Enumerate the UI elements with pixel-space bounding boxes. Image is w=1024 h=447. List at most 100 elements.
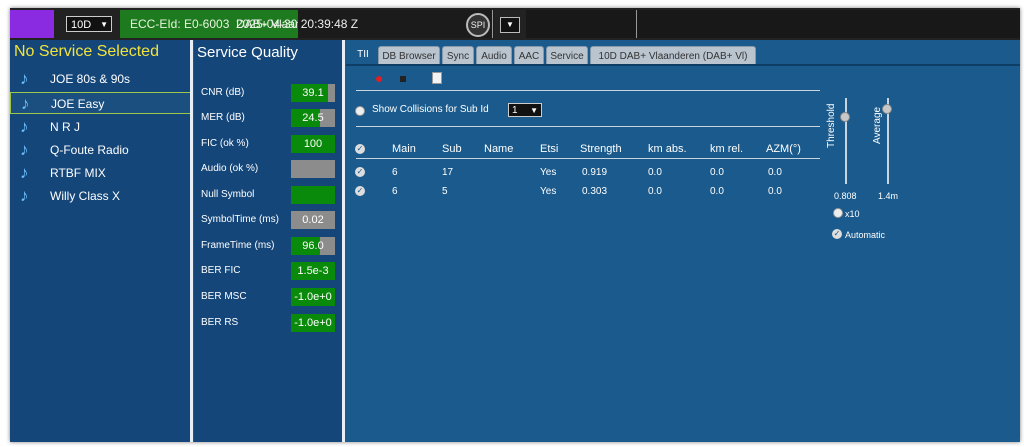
tab-aac[interactable]: AAC: [514, 46, 544, 66]
average-label: Average: [872, 106, 883, 144]
quality-row: FIC (ok %) 100: [201, 135, 341, 155]
quality-row: BER MSC -1.0e+0: [201, 288, 341, 308]
collisions-radio[interactable]: [355, 106, 365, 116]
quality-meter: -1.0e+0: [291, 288, 335, 306]
service-item[interactable]: ♪ N R J: [10, 116, 191, 138]
service-title: No Service Selected: [14, 43, 159, 60]
ecc-eid-text: ECC-EId: E0-6003: [130, 17, 230, 31]
channel-select[interactable]: 10D ▼: [66, 16, 112, 32]
quality-meter: 39.1: [291, 84, 335, 102]
column-header[interactable]: Etsi: [540, 143, 558, 155]
threshold-slider-handle[interactable]: [840, 112, 850, 122]
document-icon[interactable]: [432, 72, 442, 84]
tab-ensemble[interactable]: 10D DAB+ Vlaanderen (DAB+ Vl): [590, 46, 756, 66]
quality-row: BER FIC 1.5e-3: [201, 262, 341, 282]
column-header[interactable]: Main: [392, 143, 416, 155]
divider: [356, 90, 820, 91]
chevron-down-icon: ▼: [100, 20, 108, 29]
quality-meter-fill: [291, 186, 335, 204]
quality-value: 0.02: [302, 214, 324, 226]
tab-audio[interactable]: Audio: [476, 46, 512, 66]
average-value: 1.4m: [878, 191, 899, 201]
quality-meter: -1.0e+0: [291, 314, 335, 332]
column-header[interactable]: Sub: [442, 143, 462, 155]
column-header[interactable]: Strength: [580, 143, 622, 155]
quality-label: BER MSC: [201, 291, 247, 302]
divider: [492, 10, 493, 38]
column-header[interactable]: Name: [484, 143, 513, 155]
quality-row: MER (dB) 24.5: [201, 109, 341, 129]
app-window: 10D ▼ ECC-EId: E0-6003 DAB+ Vlaanderen 2…: [10, 8, 1020, 442]
quality-label: FIC (ok %): [201, 138, 249, 149]
tabbed-area: TII DB Browser Sync Audio AAC Service 10…: [346, 40, 1020, 442]
quality-value: 39.1: [302, 87, 324, 99]
music-note-icon: ♪: [20, 69, 29, 88]
quality-value: -1.0e+0: [294, 317, 332, 329]
x10-radio[interactable]: [833, 208, 843, 218]
service-item[interactable]: ♪ JOE 80s & 90s: [10, 68, 191, 90]
cell-sub: 5: [442, 186, 448, 197]
service-item[interactable]: ♪ JOE Easy: [10, 92, 191, 114]
x10-label: x10: [845, 209, 860, 219]
column-header[interactable]: km rel.: [710, 143, 743, 155]
tab-service[interactable]: Service: [546, 46, 588, 66]
quality-label: MER (dB): [201, 112, 245, 123]
threshold-slider[interactable]: [845, 98, 847, 184]
sub-id-value: 1: [512, 105, 518, 116]
quality-row: CNR (dB) 39.1: [201, 84, 341, 104]
music-note-icon: ♪: [20, 140, 29, 159]
music-note-icon: ♪: [20, 186, 29, 205]
quality-row: BER RS -1.0e+0: [201, 314, 341, 334]
service-label: N R J: [50, 120, 80, 134]
cell-sub: 17: [442, 167, 454, 178]
service-item[interactable]: ♪ RTBF MIX: [10, 162, 191, 184]
record-icon[interactable]: [376, 76, 382, 82]
tab-sync[interactable]: Sync: [442, 46, 474, 66]
divider: [356, 126, 820, 127]
quality-label: CNR (dB): [201, 87, 245, 98]
stop-icon[interactable]: [400, 76, 406, 82]
quality-value: 24.5: [302, 112, 324, 124]
row-checkbox[interactable]: ✓: [355, 167, 365, 177]
tab-underline: [346, 64, 1020, 66]
sub-id-select[interactable]: 1 ▼: [508, 103, 542, 117]
quality-meter: 1.5e-3: [291, 262, 335, 280]
service-label: JOE Easy: [51, 97, 105, 111]
tab-db-browser[interactable]: DB Browser: [378, 46, 440, 66]
service-item[interactable]: ♪ Willy Class X: [10, 185, 191, 207]
quality-label: BER RS: [201, 317, 239, 328]
quality-value: 96.0: [302, 240, 324, 252]
top-bar: 10D ▼ ECC-EId: E0-6003 DAB+ Vlaanderen 2…: [10, 8, 1020, 40]
service-label: JOE 80s & 90s: [50, 72, 131, 86]
cell-etsi: Yes: [540, 186, 557, 197]
spi-button[interactable]: SPI: [466, 13, 490, 37]
menu-dropdown-button[interactable]: ▼: [500, 17, 520, 33]
quality-title: Service Quality: [197, 44, 298, 61]
service-label: Q-Foute Radio: [50, 143, 129, 157]
cell-km-abs: 0.0: [648, 167, 662, 178]
panel-separator: [342, 40, 345, 442]
cell-main: 6: [392, 186, 398, 197]
cell-main: 6: [392, 167, 398, 178]
quality-label: Null Symbol: [201, 189, 255, 200]
quality-meter: 0.02: [291, 211, 335, 229]
service-quality-panel: Service Quality CNR (dB) 39.1 MER (dB) 24.5…: [194, 40, 342, 442]
average-slider-handle[interactable]: [882, 104, 892, 114]
cell-km-abs: 0.0: [648, 186, 662, 197]
quality-value: 100: [303, 138, 323, 150]
quality-value: -1.0e+0: [294, 291, 332, 303]
quality-value: 1.5e-3: [297, 265, 329, 277]
automatic-checkbox[interactable]: ✓: [832, 229, 842, 239]
service-item[interactable]: ♪ Q-Foute Radio: [10, 139, 191, 161]
music-note-icon: ♪: [21, 94, 30, 113]
channel-value: 10D: [71, 19, 92, 31]
cell-strength: 0.919: [582, 167, 608, 178]
music-note-icon: ♪: [20, 117, 29, 136]
service-list-panel: No Service Selected ♪ JOE 80s & 90s ♪ JO…: [10, 40, 191, 442]
service-label: RTBF MIX: [50, 166, 106, 180]
column-header[interactable]: km abs.: [648, 143, 687, 155]
column-header[interactable]: AZM(°): [766, 143, 801, 155]
divider: [356, 158, 820, 159]
row-checkbox[interactable]: ✓: [355, 186, 365, 196]
select-all-checkbox[interactable]: ✓: [355, 144, 365, 154]
